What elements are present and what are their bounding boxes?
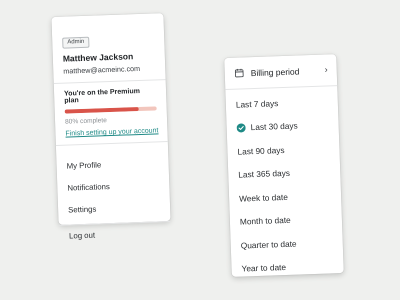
user-email: matthew@acmeinc.com — [63, 63, 141, 76]
billing-period-menu: Billing period › Last 7 days Last 30 day… — [224, 54, 344, 277]
account-menu: Admin Matthew Jackson matthew@acmeinc.co… — [51, 13, 171, 241]
role-badge: Admin — [62, 36, 90, 49]
account-menu-list: My Profile Notifications Settings — [66, 152, 160, 221]
check-circle-icon — [236, 123, 246, 133]
billing-period-title: Billing period — [250, 65, 300, 78]
menu-item-notifications[interactable]: Notifications — [67, 174, 160, 199]
setup-progress-fill — [64, 107, 139, 114]
menu-item-settings[interactable]: Settings — [68, 196, 161, 221]
option-label: Quarter to date — [240, 238, 297, 251]
progress-label: 80% complete — [64, 117, 107, 126]
chevron-right-icon: › — [324, 64, 328, 75]
option-label: Week to date — [238, 191, 289, 204]
user-name: Matthew Jackson — [62, 51, 134, 64]
billing-option-list: Last 7 days Last 30 days Last 90 days La… — [225, 86, 344, 281]
setup-progress-bar — [64, 106, 157, 114]
option-label: Last 7 days — [235, 97, 279, 110]
plan-status: You're on the Premium plan — [63, 87, 141, 105]
option-label: Year to date — [241, 262, 287, 274]
logout-button[interactable]: Log out — [69, 222, 162, 247]
option-label: Last 30 days — [250, 120, 298, 133]
billing-period-header[interactable]: Billing period › — [224, 54, 338, 91]
option-year-to-date[interactable]: Year to date — [231, 253, 344, 280]
option-label: Month to date — [239, 215, 291, 227]
calendar-icon — [234, 68, 244, 78]
divider — [53, 79, 166, 84]
option-label: Last 365 days — [238, 168, 291, 180]
finish-setup-link[interactable]: Finish setting up your account — [65, 127, 158, 137]
menu-item-my-profile[interactable]: My Profile — [66, 152, 159, 177]
divider — [55, 141, 168, 146]
option-label: Last 90 days — [237, 144, 285, 157]
